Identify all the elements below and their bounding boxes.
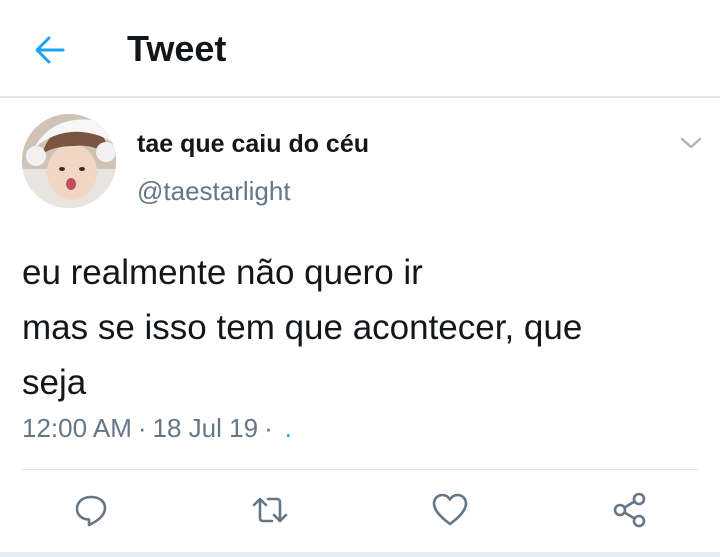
arrow-left-icon[interactable] bbox=[33, 33, 67, 67]
like-button[interactable] bbox=[430, 490, 470, 530]
avatar-image bbox=[22, 114, 116, 208]
tweet-text-line: seja bbox=[22, 363, 87, 402]
tweet-text-line: mas se isso tem que acontecer, que bbox=[22, 308, 583, 347]
share-button[interactable] bbox=[610, 490, 650, 530]
bottom-divider bbox=[0, 552, 720, 557]
retweet-icon bbox=[252, 497, 288, 523]
tweet-date: 18 Jul 19 bbox=[152, 413, 259, 443]
meta-separator: · bbox=[137, 413, 147, 443]
tweet-source-link[interactable]: . bbox=[285, 413, 292, 443]
tweet-time: 12:00 AM bbox=[22, 413, 132, 443]
reply-button[interactable] bbox=[71, 490, 111, 530]
tweet-text: eu realmente não quero ir mas se isso te… bbox=[22, 245, 702, 410]
heart-icon bbox=[432, 493, 468, 526]
divider bbox=[22, 469, 698, 470]
meta-separator: · bbox=[264, 413, 273, 443]
tweet-metadata: 12:00 AM · 18 Jul 19 ·. bbox=[22, 413, 292, 444]
reply-icon bbox=[75, 495, 107, 527]
share-icon bbox=[613, 492, 646, 528]
display-name[interactable]: tae que caiu do céu bbox=[137, 130, 369, 159]
tweet-text-line: eu realmente não quero ir bbox=[22, 253, 423, 292]
top-bar: Tweet bbox=[0, 0, 720, 98]
chevron-down-icon[interactable] bbox=[679, 133, 703, 153]
page-title: Tweet bbox=[127, 28, 227, 69]
retweet-button[interactable] bbox=[250, 490, 290, 530]
user-handle[interactable]: @taestarlight bbox=[137, 176, 291, 207]
avatar[interactable] bbox=[22, 114, 116, 208]
